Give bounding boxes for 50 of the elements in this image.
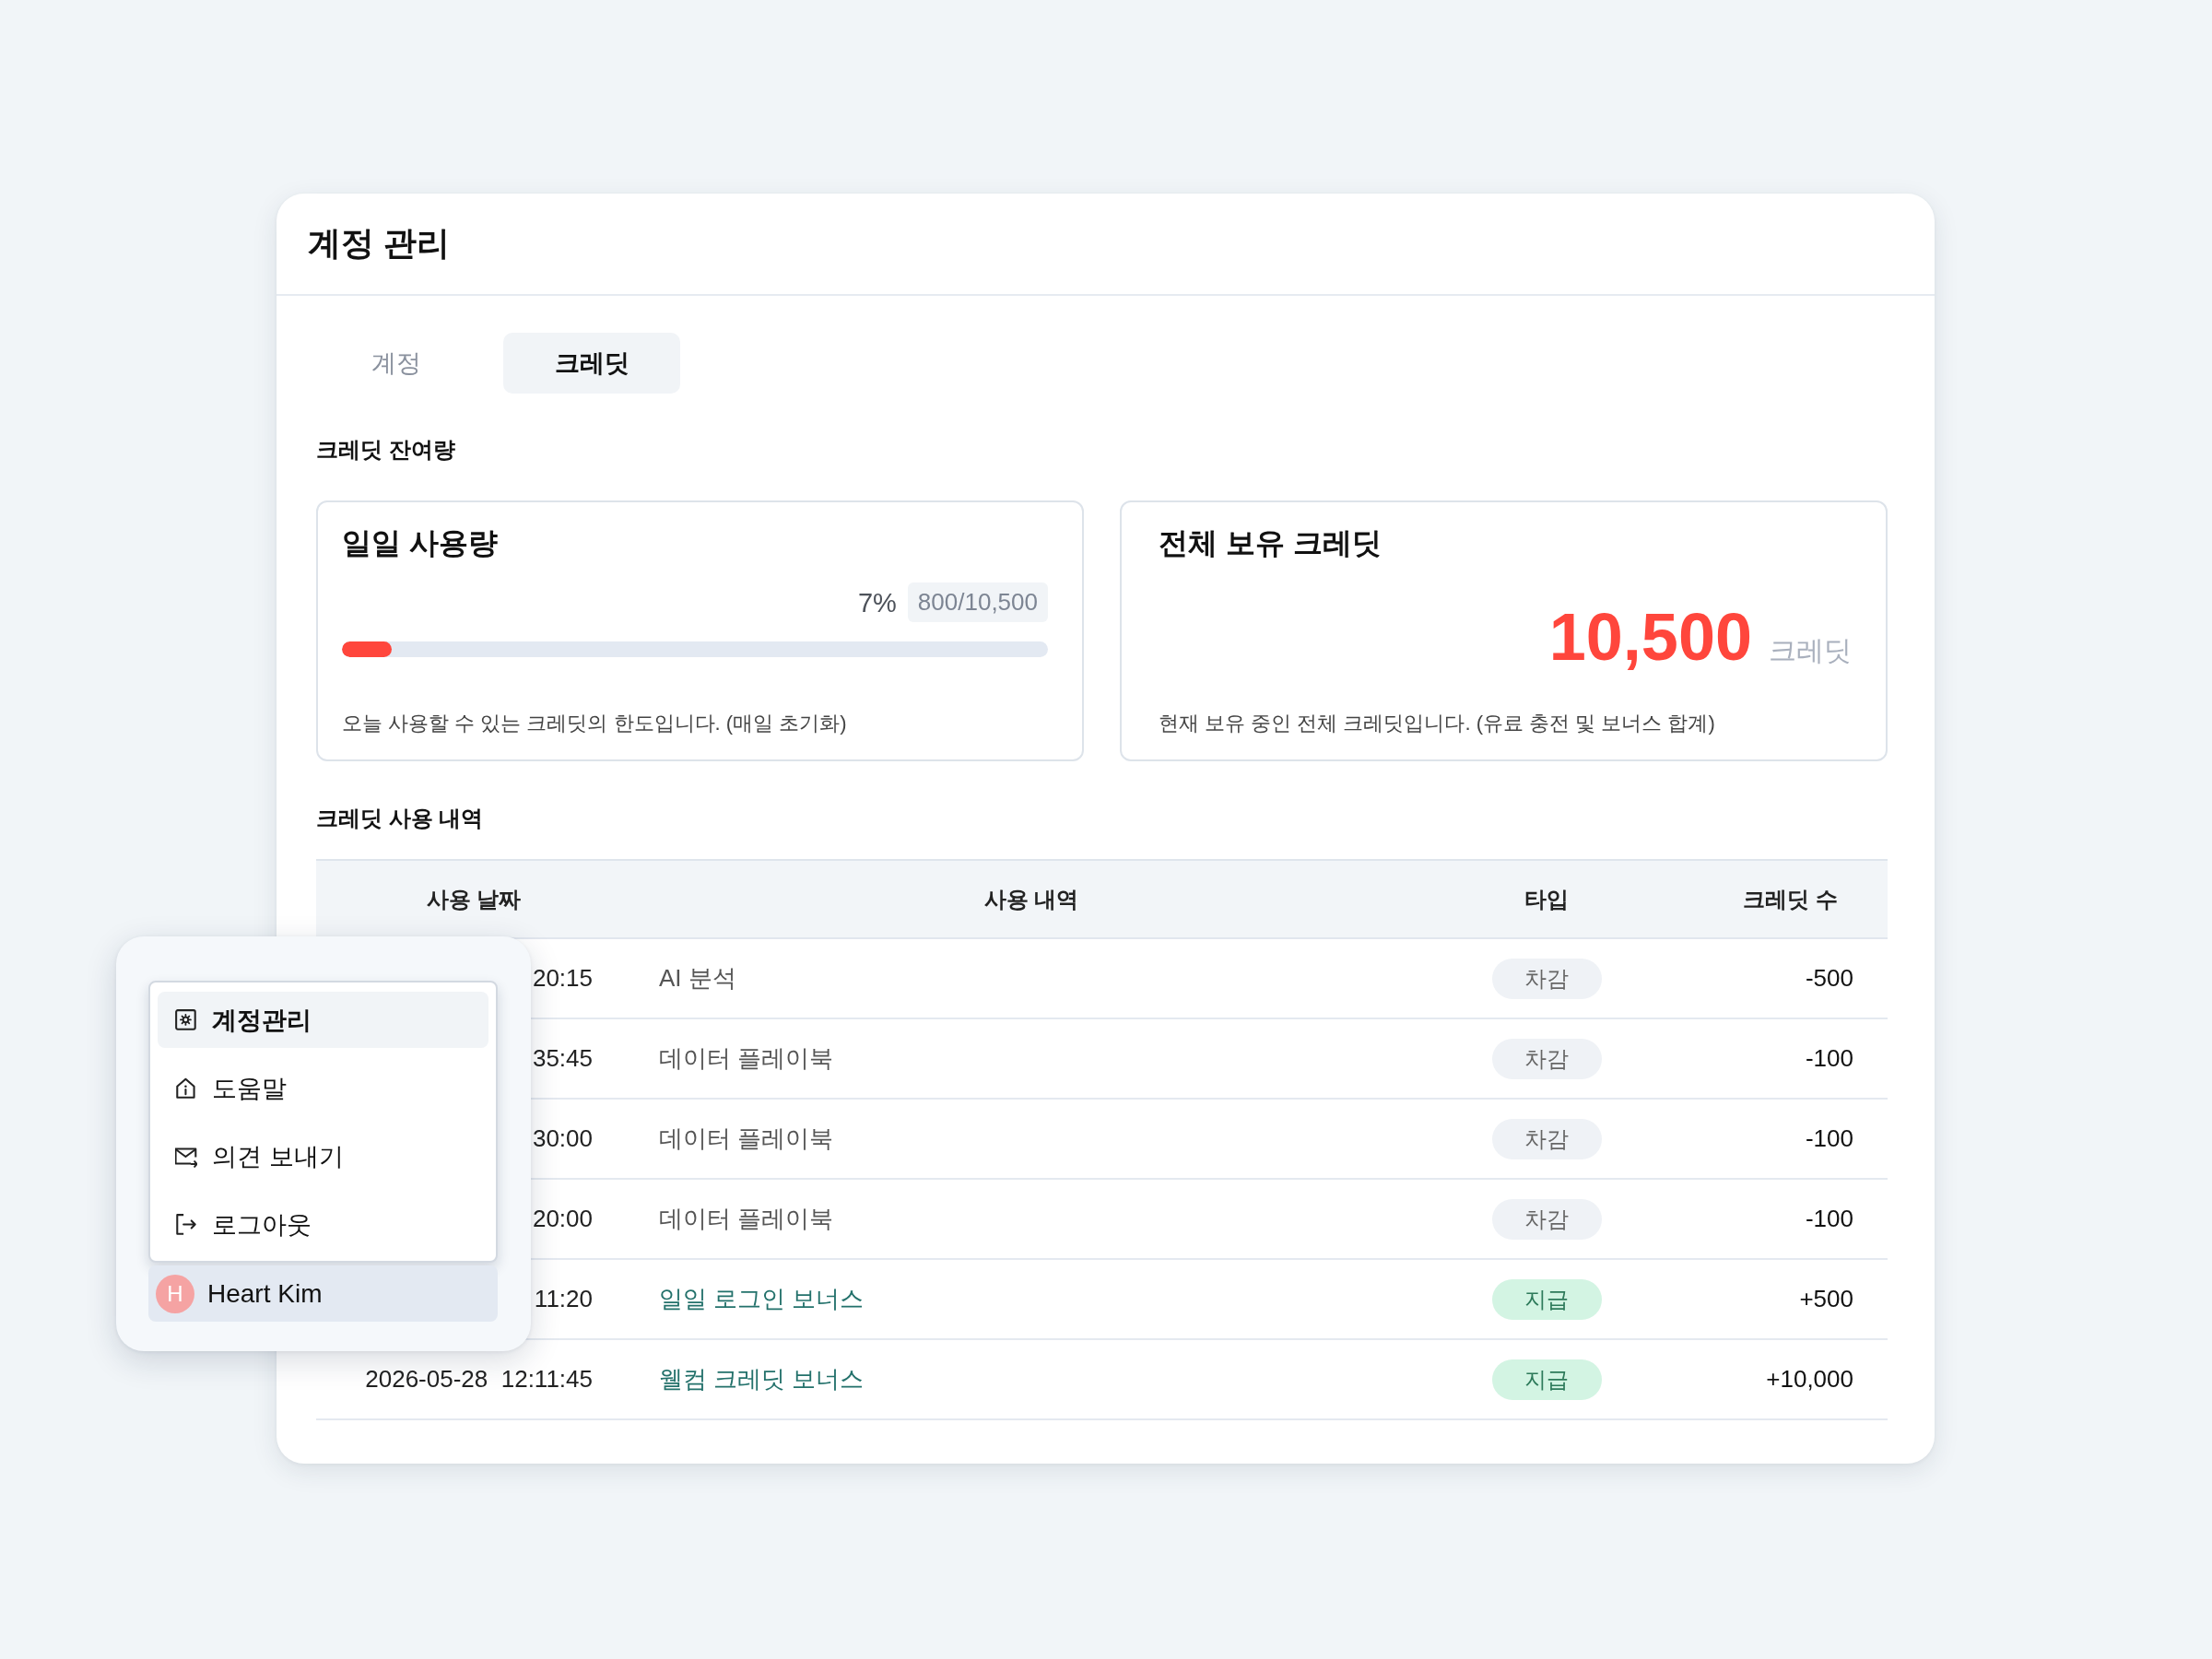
date-text: 20:15 <box>532 964 593 993</box>
menu-item[interactable]: 로그아웃 <box>158 1196 488 1253</box>
type-badge: 지급 <box>1491 1359 1602 1400</box>
amount-text: -100 <box>1805 1205 1853 1233</box>
amount-text: -100 <box>1805 1124 1853 1153</box>
description-text: 데이터 플레이북 <box>659 1204 834 1234</box>
section-heading: 크레딧 잔여량 <box>316 437 455 463</box>
avatar: H <box>156 1274 194 1313</box>
panel-title: 계정 관리 <box>308 223 450 264</box>
section-heading: 크레딧 사용 내역 <box>316 806 484 831</box>
usage-count: 800/10,500 <box>907 582 1048 622</box>
column-header: 크레딧 수 <box>1743 885 1838 913</box>
description-text: 웰컴 크레딧 보너스 <box>659 1364 865 1394</box>
date-text: 30:00 <box>532 1124 593 1153</box>
type-badge: 차감 <box>1491 1198 1602 1240</box>
credit-amount: 10,500 <box>1548 600 1752 674</box>
amount-text: -500 <box>1805 964 1853 993</box>
date-text: 35:45 <box>532 1044 593 1073</box>
logout-icon <box>175 1213 197 1236</box>
type-badge: 차감 <box>1491 1118 1602 1159</box>
description-text: 데이터 플레이북 <box>659 1043 834 1074</box>
menu-item[interactable]: 계정관리 <box>158 992 488 1048</box>
amount-text: -100 <box>1805 1044 1853 1073</box>
type-badge: 차감 <box>1491 1038 1602 1079</box>
date-text: 11:20 <box>534 1285 593 1313</box>
description-text: 데이터 플레이북 <box>659 1124 834 1154</box>
user-button[interactable]: H Heart Kim <box>148 1265 498 1322</box>
gear-icon <box>175 1008 197 1031</box>
card-title: 일일 사용량 <box>342 525 499 561</box>
description-text: 일일 로그인 보너스 <box>659 1284 865 1314</box>
usage-percent: 7% <box>857 586 897 618</box>
credit-unit: 크레딧 <box>1769 634 1852 667</box>
date-text: 2026-05-28 12:11:45 <box>365 1365 593 1394</box>
column-header: 타입 <box>1524 885 1569 913</box>
type-badge: 차감 <box>1491 958 1602 999</box>
mail-icon <box>175 1145 197 1168</box>
amount-text: +10,000 <box>1766 1365 1853 1394</box>
card-title: 전체 보유 크레딧 <box>1159 525 1382 561</box>
date-text: 20:00 <box>532 1205 593 1233</box>
card-note: 오늘 사용할 수 있는 크레딧의 한도입니다. (매일 초기화) <box>342 711 848 736</box>
column-header: 사용 내역 <box>983 885 1079 913</box>
type-badge: 지급 <box>1491 1278 1602 1320</box>
menu-item[interactable]: 도움말 <box>158 1060 488 1116</box>
house-icon <box>175 1077 197 1100</box>
column-header: 사용 날짜 <box>426 885 522 913</box>
menu-item[interactable]: 의견 보내기 <box>158 1128 488 1184</box>
tab[interactable]: 크레딧 <box>503 333 680 394</box>
card-note: 현재 보유 중인 전체 크레딧입니다. (유료 충전 및 보너스 합계) <box>1159 711 1716 736</box>
amount-text: +500 <box>1799 1285 1853 1313</box>
description-text: AI 분석 <box>659 963 736 994</box>
